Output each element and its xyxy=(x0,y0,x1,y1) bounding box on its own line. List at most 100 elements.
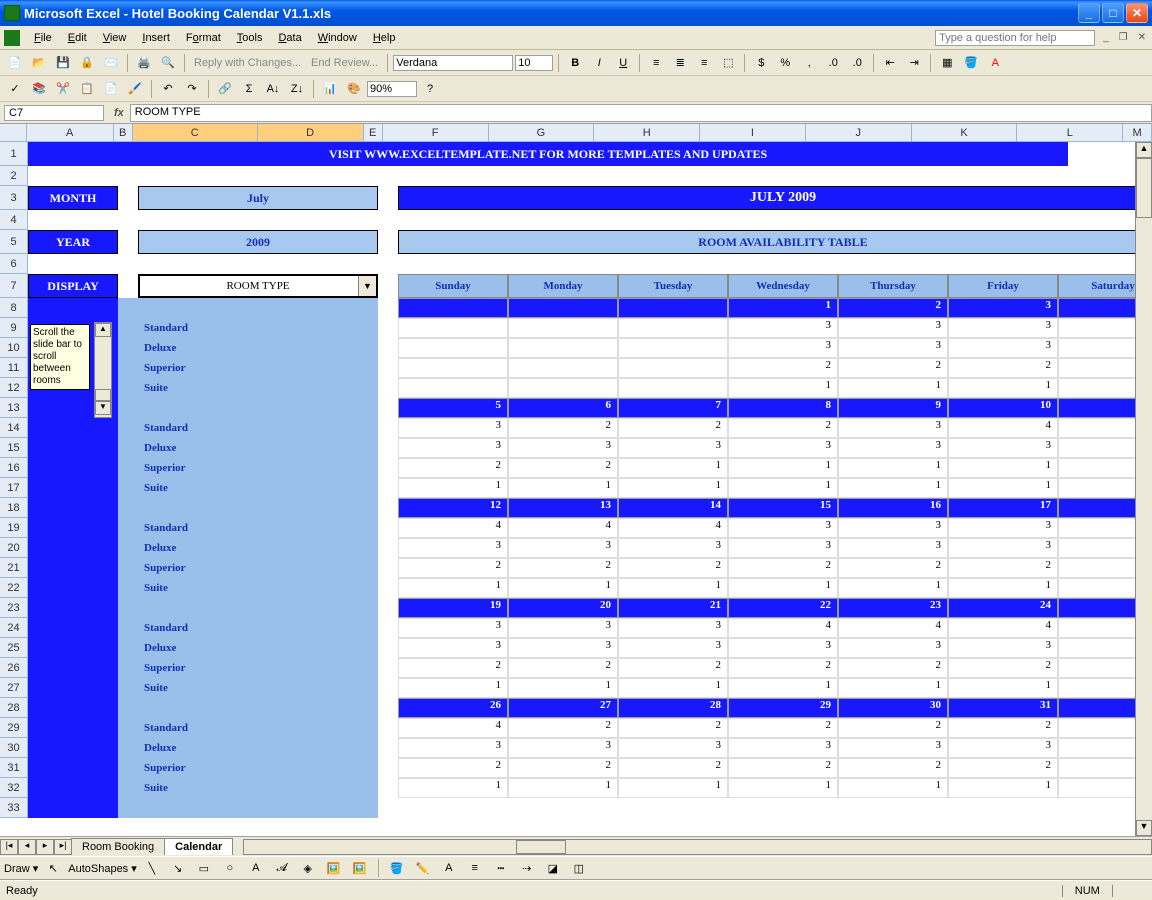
redo-icon[interactable]: ↷ xyxy=(181,78,203,100)
availability-cell[interactable]: 4 xyxy=(838,618,948,638)
availability-cell[interactable]: 2 xyxy=(728,558,838,578)
availability-cell[interactable]: 1 xyxy=(508,678,618,698)
availability-cell[interactable]: 3 xyxy=(398,438,508,458)
menu-format[interactable]: Format xyxy=(178,30,229,46)
availability-cell[interactable] xyxy=(508,338,618,358)
availability-cell[interactable]: 3 xyxy=(398,618,508,638)
availability-cell[interactable]: 3 xyxy=(948,518,1058,538)
hscroll-thumb[interactable] xyxy=(516,840,566,854)
row-header[interactable]: 5 xyxy=(0,230,28,254)
availability-cell[interactable]: 3 xyxy=(838,518,948,538)
availability-cell[interactable]: 2 xyxy=(508,718,618,738)
availability-cell[interactable]: 3 xyxy=(948,438,1058,458)
availability-cell[interactable]: 4 xyxy=(948,618,1058,638)
availability-cell[interactable]: 1 xyxy=(948,458,1058,478)
menu-view[interactable]: View xyxy=(95,30,135,46)
availability-cell[interactable]: 1 xyxy=(728,478,838,498)
underline-icon[interactable]: U xyxy=(612,52,634,74)
scroll-up-icon[interactable]: ▲ xyxy=(95,323,111,337)
percent-icon[interactable]: % xyxy=(774,52,796,74)
room-scrollbar[interactable]: ▲ ▼ xyxy=(94,322,112,418)
help-icon[interactable]: ? xyxy=(419,78,441,100)
menu-help[interactable]: Help xyxy=(365,30,404,46)
autoshapes-menu[interactable]: AutoShapes ▾ xyxy=(68,862,137,875)
col-header[interactable]: B xyxy=(114,124,133,141)
row-header[interactable]: 21 xyxy=(0,558,28,578)
availability-cell[interactable]: 2 xyxy=(508,458,618,478)
availability-cell[interactable]: 3 xyxy=(398,538,508,558)
fill-color-icon[interactable]: 🪣 xyxy=(960,52,982,74)
display-combo[interactable]: ROOM TYPE▼ xyxy=(138,274,378,298)
row-header[interactable]: 2 xyxy=(0,166,28,186)
paste-icon[interactable]: 📄 xyxy=(100,78,122,100)
undo-icon[interactable]: ↶ xyxy=(157,78,179,100)
availability-cell[interactable]: 2 xyxy=(728,758,838,778)
shadow-icon[interactable]: ◪ xyxy=(542,857,564,879)
availability-cell[interactable]: 4 xyxy=(948,418,1058,438)
col-header[interactable]: K xyxy=(912,124,1018,141)
availability-cell[interactable]: 1 xyxy=(398,478,508,498)
doc-close-button[interactable]: ✕ xyxy=(1136,32,1148,43)
arrow-icon[interactable]: ↘ xyxy=(167,857,189,879)
italic-icon[interactable]: I xyxy=(588,52,610,74)
availability-cell[interactable] xyxy=(398,358,508,378)
scroll-thumb[interactable] xyxy=(95,389,111,401)
formula-input[interactable]: ROOM TYPE xyxy=(130,104,1152,122)
availability-cell[interactable]: 2 xyxy=(618,658,728,678)
availability-cell[interactable]: 4 xyxy=(618,518,728,538)
availability-cell[interactable]: 3 xyxy=(838,538,948,558)
row-header[interactable]: 23 xyxy=(0,598,28,618)
availability-cell[interactable]: 2 xyxy=(398,558,508,578)
availability-cell[interactable]: 4 xyxy=(398,718,508,738)
availability-cell[interactable]: 1 xyxy=(838,678,948,698)
availability-cell[interactable]: 3 xyxy=(728,438,838,458)
availability-cell[interactable]: 3 xyxy=(618,738,728,758)
menu-tools[interactable]: Tools xyxy=(229,30,271,46)
availability-cell[interactable]: 2 xyxy=(618,758,728,778)
scroll-down-icon[interactable]: ▼ xyxy=(1136,820,1152,836)
line-icon[interactable]: ╲ xyxy=(141,857,163,879)
save-icon[interactable]: 💾 xyxy=(52,52,74,74)
row-header[interactable]: 31 xyxy=(0,758,28,778)
availability-cell[interactable]: 1 xyxy=(728,458,838,478)
menu-edit[interactable]: Edit xyxy=(60,30,95,46)
decrease-decimal-icon[interactable]: .0 xyxy=(846,52,868,74)
currency-icon[interactable]: $ xyxy=(750,52,772,74)
availability-cell[interactable]: 2 xyxy=(838,658,948,678)
row-header[interactable]: 33 xyxy=(0,798,28,818)
availability-cell[interactable]: 1 xyxy=(508,778,618,798)
availability-cell[interactable]: 1 xyxy=(948,478,1058,498)
clipart-icon[interactable]: 🖼️ xyxy=(323,857,345,879)
tab-nav-prev-icon[interactable]: ◂ xyxy=(18,839,36,855)
availability-cell[interactable]: 3 xyxy=(948,638,1058,658)
availability-cell[interactable]: 2 xyxy=(508,418,618,438)
availability-cell[interactable] xyxy=(618,338,728,358)
row-header[interactable]: 27 xyxy=(0,678,28,698)
align-center-icon[interactable]: ≣ xyxy=(669,52,691,74)
availability-cell[interactable]: 3 xyxy=(838,638,948,658)
row-header[interactable]: 11 xyxy=(0,358,28,378)
col-header[interactable]: F xyxy=(383,124,489,141)
line-color-icon[interactable]: ✏️ xyxy=(412,857,434,879)
row-header[interactable]: 10 xyxy=(0,338,28,358)
availability-cell[interactable] xyxy=(398,338,508,358)
availability-cell[interactable]: 2 xyxy=(728,358,838,378)
availability-cell[interactable]: 3 xyxy=(508,538,618,558)
availability-cell[interactable]: 3 xyxy=(948,318,1058,338)
row-header[interactable]: 30 xyxy=(0,738,28,758)
availability-cell[interactable]: 3 xyxy=(618,638,728,658)
row-header[interactable]: 32 xyxy=(0,778,28,798)
availability-cell[interactable]: 1 xyxy=(838,578,948,598)
availability-cell[interactable]: 1 xyxy=(618,678,728,698)
availability-cell[interactable]: 2 xyxy=(948,558,1058,578)
row-header[interactable]: 16 xyxy=(0,458,28,478)
availability-cell[interactable]: 3 xyxy=(508,638,618,658)
availability-cell[interactable]: 2 xyxy=(728,658,838,678)
availability-cell[interactable]: 3 xyxy=(728,318,838,338)
availability-cell[interactable]: 4 xyxy=(508,518,618,538)
availability-cell[interactable]: 3 xyxy=(728,518,838,538)
year-value[interactable]: 2009 xyxy=(138,230,378,254)
col-header[interactable]: I xyxy=(700,124,806,141)
availability-cell[interactable]: 3 xyxy=(508,618,618,638)
availability-cell[interactable]: 1 xyxy=(728,378,838,398)
